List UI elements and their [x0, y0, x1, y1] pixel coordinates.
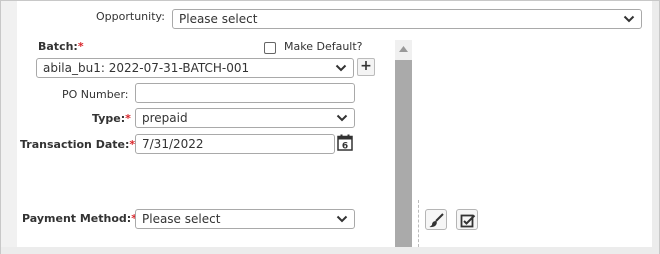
po-number-label: PO Number: [62, 88, 129, 101]
batch-label: Batch:* [38, 40, 84, 53]
batch-select[interactable]: abila_bu1: 2022-07-31-BATCH-001 [36, 58, 354, 78]
chevron-down-icon [336, 114, 348, 122]
transaction-date-input[interactable]: 7/31/2022 [135, 134, 335, 154]
opportunity-value: Please select [179, 12, 258, 26]
payment-method-value: Please select [142, 212, 221, 226]
type-select[interactable]: prepaid [135, 108, 355, 128]
po-number-input[interactable] [135, 83, 355, 103]
right-gutter [652, 1, 659, 253]
add-batch-button[interactable]: + [357, 58, 375, 76]
make-default-label: Make Default? [284, 40, 363, 53]
scroll-up-button[interactable] [395, 40, 412, 60]
make-default-checkbox[interactable] [264, 42, 276, 54]
opportunity-select[interactable]: Please select [172, 9, 642, 29]
brush-icon [429, 213, 444, 228]
clear-button[interactable] [425, 209, 447, 230]
batch-value: abila_bu1: 2022-07-31-BATCH-001 [43, 61, 250, 75]
vertical-scrollbar[interactable] [395, 40, 412, 247]
payment-method-select[interactable]: Please select [135, 209, 355, 229]
calendar-icon[interactable]: 6 [337, 134, 353, 151]
triangle-up-icon [399, 46, 408, 52]
edit-check-icon [460, 214, 476, 228]
bottom-gutter [1, 247, 659, 254]
chevron-down-icon [336, 215, 348, 223]
opportunity-label: Opportunity: [96, 10, 165, 23]
chevron-down-icon [623, 15, 635, 23]
left-gutter [1, 1, 17, 253]
chevron-down-icon [335, 64, 347, 72]
divider [418, 200, 419, 247]
type-value: prepaid [142, 111, 188, 125]
svg-text:6: 6 [342, 142, 348, 152]
payment-method-label: Payment Method:* [22, 212, 137, 225]
transaction-date-label: Transaction Date:* [20, 138, 136, 151]
edit-button[interactable] [456, 209, 478, 230]
type-label: Type:* [92, 112, 131, 125]
